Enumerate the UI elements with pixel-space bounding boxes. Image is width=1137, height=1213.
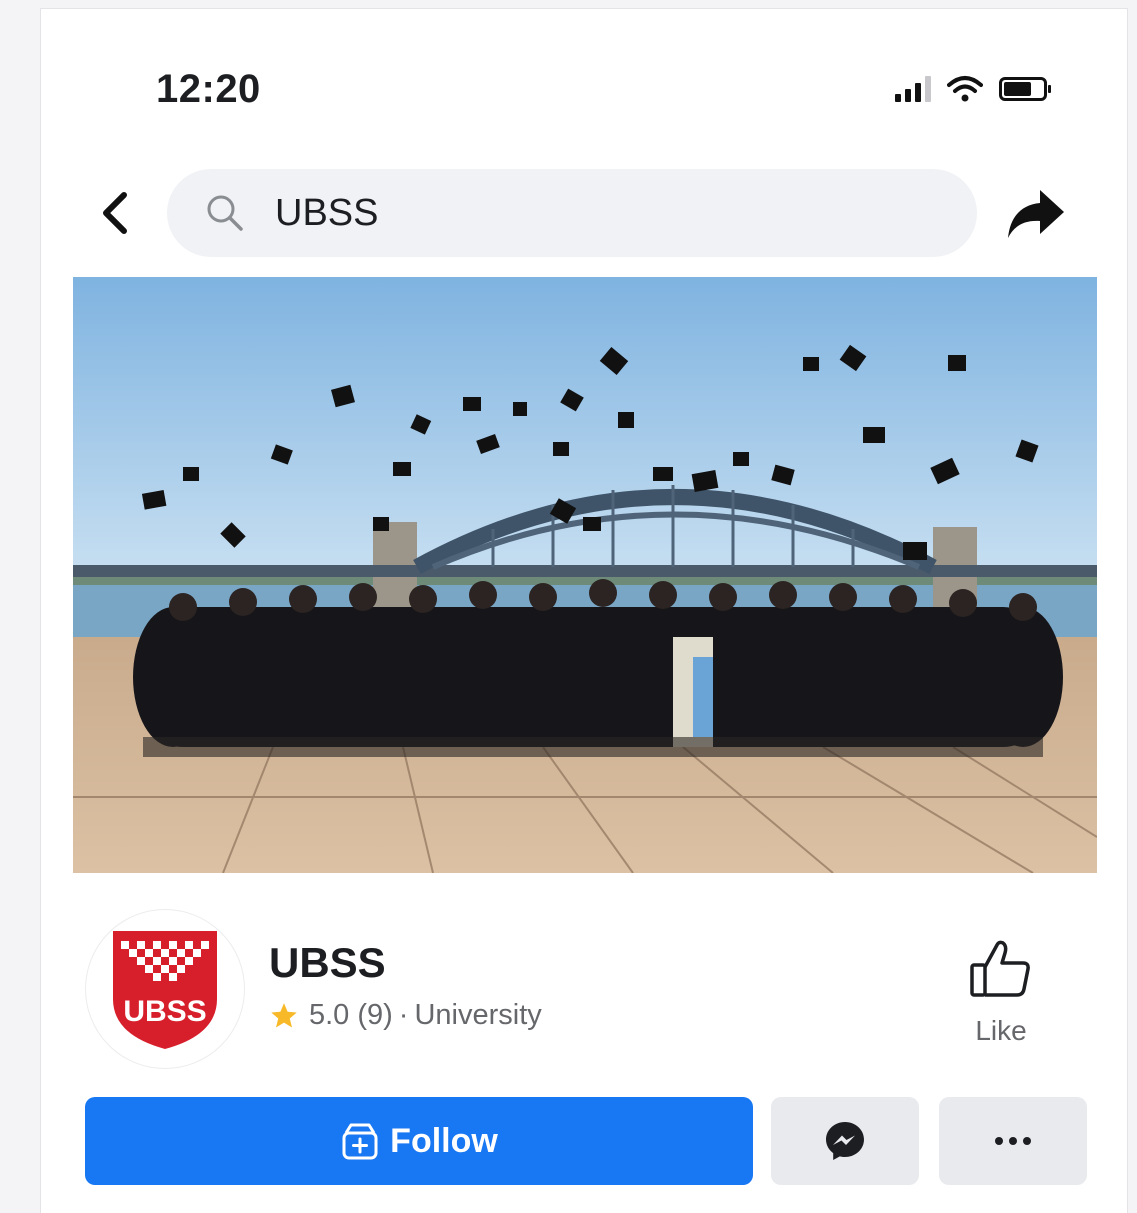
avatar[interactable]: UBSS (85, 909, 245, 1069)
back-icon (103, 192, 127, 234)
logo-text: UBSS (123, 995, 206, 1028)
meta-separator: · (398, 999, 409, 1031)
star-icon (271, 1002, 297, 1027)
follow-icon (342, 1123, 378, 1160)
follow-button[interactable]: Follow (85, 1097, 753, 1185)
search-query: UBSS (275, 191, 379, 234)
search-bar[interactable]: UBSS (167, 169, 977, 257)
review-count: (9) (357, 999, 393, 1031)
like-label: Like (975, 1015, 1027, 1046)
rating-value: 5.0 (309, 999, 350, 1031)
signal-icon (895, 76, 931, 102)
ubss-logo: UBSS (113, 931, 217, 1049)
messenger-button[interactable] (771, 1097, 919, 1185)
more-icon (995, 1137, 1031, 1145)
thumbs-up-icon (970, 940, 1030, 997)
share-button[interactable] (1001, 179, 1071, 249)
wifi-icon (947, 76, 983, 102)
more-button[interactable] (939, 1097, 1087, 1185)
back-button[interactable] (93, 181, 137, 245)
page-meta: 5.0 (9) · University (269, 999, 542, 1032)
page-name[interactable]: UBSS (269, 939, 386, 987)
search-icon (205, 191, 249, 235)
phone-screen: 12:20 UBSS UBSS UBSS 5.0 (9) · Universit… (40, 8, 1128, 1213)
follow-label: Follow (390, 1121, 498, 1160)
share-icon (1008, 190, 1064, 238)
status-icons (895, 71, 1051, 107)
battery-icon (999, 77, 1051, 101)
status-time: 12:20 (156, 67, 261, 111)
like-button[interactable]: Like (961, 939, 1041, 1047)
page-category: University (414, 999, 542, 1031)
messenger-icon (826, 1122, 864, 1160)
cover-photo[interactable] (73, 277, 1097, 873)
